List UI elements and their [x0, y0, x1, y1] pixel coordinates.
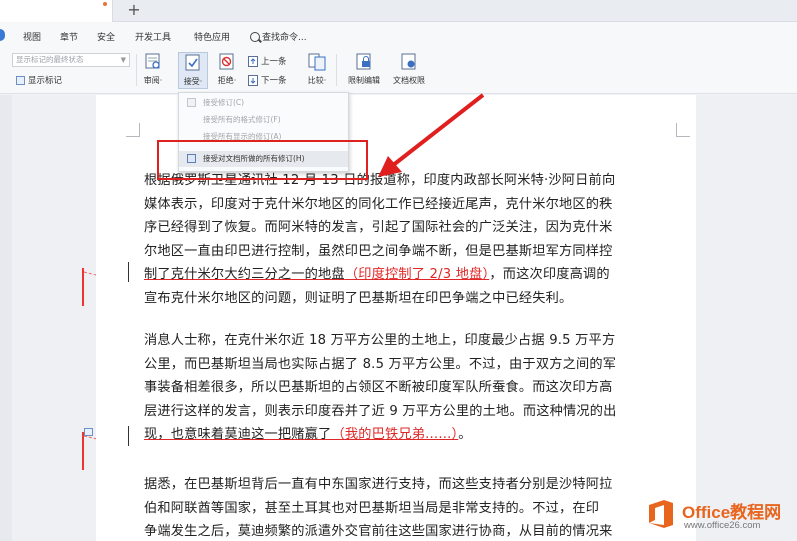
tab-strip: +: [0, 0, 797, 22]
menu-item-label: 接受修订(C): [203, 98, 245, 107]
paragraph-1: 根据俄罗斯卫星通讯社 12 月 13 日的报道称，印度内政部长阿米特·沙阿日前向…: [144, 169, 680, 311]
compare-button[interactable]: 比较·: [302, 52, 332, 86]
tab-view[interactable]: 视图: [23, 30, 41, 43]
text-segment: 。: [458, 427, 472, 443]
menu-item-accept-revision[interactable]: 接受修订(C): [179, 95, 348, 111]
inserted-revision[interactable]: （我的巴铁兄弟......）: [331, 427, 458, 442]
revision-bar-1: [82, 268, 84, 306]
inserted-revision[interactable]: （印度控制了 2/3 地盘）: [345, 267, 490, 282]
next-change-icon: [248, 74, 258, 86]
office-logo-icon: [649, 500, 673, 528]
unsaved-dot-icon: [103, 2, 107, 6]
underlined-text: 现，也意味着莫迪这一把赌赢了: [144, 427, 332, 443]
document-permission-label: 文档权限: [393, 76, 425, 85]
text-line: 公里，而巴基斯坦当局也实际占据了 8.5 万平方公里。不过，由于双方之间的军: [144, 356, 617, 372]
watermark-url: www.office26.com: [684, 520, 761, 531]
show-markup-icon: [16, 75, 25, 85]
text-cursor: [128, 426, 129, 446]
next-change-label: 下一条: [261, 76, 287, 86]
chevron-down-icon: ▼: [120, 56, 126, 64]
tab-chapter[interactable]: 章节: [60, 30, 78, 43]
reject-button[interactable]: 拒绝·: [212, 52, 242, 86]
text-line: 消息人士称，在克什米尔近 18 万平方公里的土地上，印度最少占据 9.5 万平方: [144, 333, 616, 348]
paragraph-2: 消息人士称，在克什米尔近 18 万平方公里的土地上，印度最少占据 9.5 万平方…: [144, 329, 680, 447]
next-change-button[interactable]: 下一条: [248, 74, 287, 86]
left-ruler: [0, 95, 12, 541]
previous-change-button[interactable]: 上一条: [248, 55, 287, 67]
menu-accent-icon: [0, 29, 5, 41]
tab-special-apps[interactable]: 特色应用: [194, 30, 230, 43]
menu-item-label: 接受所有的格式修订(F): [203, 115, 281, 124]
document-tab[interactable]: [0, 0, 113, 22]
review-icon: [142, 52, 164, 72]
site-watermark: Office教程网 www.office26.com: [642, 490, 797, 541]
paragraph-3: 据悉，在巴基斯坦背后一直有中东国家进行支持，而这些支持者分别是沙特阿拉 伯和阿联…: [144, 473, 680, 541]
text-line-with-revision: 制了克什米尔大约三分之一的地盘（印度控制了 2/3 地盘），而这次印度高调的: [144, 263, 680, 287]
text-line-with-revision: 现，也意味着莫迪这一把赌赢了（我的巴铁兄弟......）。: [144, 423, 680, 447]
restrict-editing-button[interactable]: 限制编辑: [344, 52, 384, 86]
text-line: 媒体表示，印度对于克什米尔地区的同化工作已经接近尾声，克什米尔地区的秩: [144, 196, 613, 212]
accept-revision-icon: [187, 98, 196, 107]
comment-marker-icon[interactable]: [84, 428, 93, 436]
search-icon: [250, 31, 260, 42]
markup-select-value: 显示标记的最终状态: [16, 55, 84, 64]
restrict-editing-label: 限制编辑: [348, 76, 380, 85]
text-line: 争端发生之后，莫迪频繁的派遣外交官前往这些国家进行协商，从目前的情况来: [144, 524, 613, 540]
previous-change-label: 上一条: [261, 57, 287, 67]
underlined-text: 制了克什米尔大约三分之一的地盘: [144, 267, 345, 283]
document-permission-button[interactable]: 文档权限: [389, 52, 429, 86]
menu-item-accept-format-revisions[interactable]: 接受所有的格式修订(F): [179, 112, 348, 128]
show-markup-button[interactable]: 显示标记: [16, 74, 62, 86]
accept-icon: [182, 53, 204, 73]
margin-corner-top-right: [676, 123, 690, 137]
review-label: 审阅·: [143, 76, 163, 85]
text-segment: ，而这次印度高调的: [489, 267, 610, 283]
reject-icon: [216, 52, 238, 72]
restrict-editing-icon: [353, 52, 375, 72]
ribbon-tabs: 视图 章节 安全 开发工具 特色应用 查找命令...: [0, 22, 797, 48]
text-line: 据悉，在巴基斯坦背后一直有中东国家进行支持，而这些支持者分别是沙特阿拉: [144, 477, 613, 492]
annotation-highlight-box: [157, 140, 368, 180]
toolbar-divider: [336, 54, 337, 86]
accept-label: 接受·: [183, 77, 203, 86]
text-line: 伯和阿联酋等国家，甚至土耳其也对巴基斯坦当局是非常支持的。不过，在印: [144, 500, 600, 516]
document-permission-icon: [398, 52, 420, 72]
text-line: 宣布克什米尔地区的问题，则证明了巴基斯坦在印巴争端之中已经失利。: [144, 290, 573, 306]
previous-change-icon: [248, 55, 258, 67]
accept-button[interactable]: 接受·: [178, 52, 208, 89]
command-search-label: 查找命令...: [262, 33, 307, 43]
markup-display-select[interactable]: 显示标记的最终状态 ▼: [12, 53, 130, 67]
text-line: 尔地区一直由印巴进行控制，虽然印巴之间争端不断，但是巴基斯坦军方同样控: [144, 243, 613, 259]
compare-icon: [306, 52, 328, 72]
tab-security[interactable]: 安全: [97, 30, 115, 43]
text-cursor: [128, 262, 129, 282]
tab-developer[interactable]: 开发工具: [135, 30, 171, 43]
command-search[interactable]: 查找命令...: [250, 30, 307, 43]
show-markup-label: 显示标记: [28, 76, 63, 86]
compare-label: 比较·: [307, 76, 327, 85]
reject-label: 拒绝·: [217, 76, 237, 85]
text-line: 序已经得到了恢复。而阿米特的发言，引起了国际社会的广泛关注，因为克什米: [144, 220, 613, 236]
text-line: 层进行这样的发言，则表示印度吞并了近 9 万平方公里的土地。而这种情况的出: [144, 403, 617, 419]
new-tab-button[interactable]: +: [126, 1, 142, 19]
review-button[interactable]: 审阅·: [138, 52, 168, 86]
toolbar-divider: [136, 54, 137, 86]
review-toolbar: 显示标记的最终状态 ▼ 显示标记 审阅· 接受· 拒绝· 上一条 下一条 比较·…: [0, 48, 797, 94]
margin-corner-top-left: [126, 123, 140, 137]
revision-bar-2: [82, 432, 84, 470]
text-line: 事装备相差很多，所以巴基斯坦的占领区不断被印度军队所蚕食。而这次印方高: [144, 380, 613, 396]
